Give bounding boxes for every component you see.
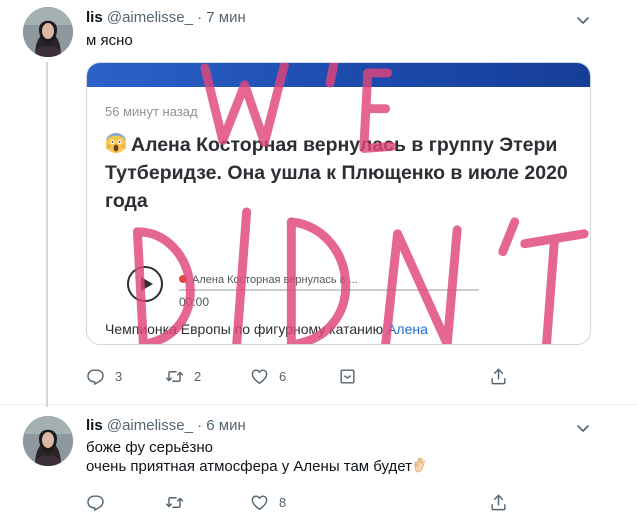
- tweet-header: lis @aimelisse_ · 6 мин: [86, 416, 246, 436]
- more-caret-icon[interactable]: [573, 10, 593, 30]
- reply-icon: [87, 494, 104, 511]
- tweet-actions: 3 2 6: [86, 366, 516, 386]
- display-name[interactable]: lis: [86, 9, 103, 26]
- audio-title: Алена Косторная вернулась в ...: [179, 274, 358, 286]
- share-icon: [491, 494, 506, 510]
- card-time-ago: 56 минут назад: [105, 104, 198, 119]
- card-title-text: Алена Косторная вернулась в группу Этери…: [105, 134, 568, 212]
- reply-button[interactable]: 3: [86, 366, 122, 386]
- share-button[interactable]: [489, 366, 508, 386]
- tweet-text-line: м ясно: [86, 32, 133, 49]
- retweet-button[interactable]: [165, 492, 194, 512]
- retweet-icon: [165, 370, 184, 382]
- tweet-time[interactable]: 7 мин: [206, 9, 246, 26]
- tweet-text-line-content: очень приятная атмосфера у Алены там буд…: [86, 458, 413, 475]
- tweet-header: lis @aimelisse_ · 7 мин: [86, 8, 246, 28]
- retweet-button[interactable]: 2: [165, 366, 201, 386]
- play-button[interactable]: [127, 266, 163, 302]
- audio-dot-icon: [179, 275, 187, 283]
- card-title[interactable]: Алена Косторная вернулась в группу Этери…: [105, 131, 575, 215]
- screaming-face-icon: [106, 133, 126, 153]
- like-button[interactable]: 6: [250, 366, 286, 386]
- card-content: 56 минут назад Алена Косторная вернулась…: [87, 63, 590, 344]
- more-caret-icon[interactable]: [573, 418, 593, 438]
- avatar-image: [23, 7, 73, 57]
- tweet-text: м ясно: [86, 31, 133, 50]
- reply-icon: [87, 368, 104, 385]
- tweet-text: боже фу серьёзно очень приятная атмосфер…: [86, 438, 426, 476]
- display-name[interactable]: lis: [86, 417, 103, 434]
- user-handle[interactable]: @aimelisse_: [107, 417, 193, 434]
- tweet[interactable]: lis @aimelisse_ · 7 мин м ясно 56 минут …: [0, 0, 637, 407]
- tweet-text-line: очень приятная атмосфера у Алены там буд…: [86, 457, 426, 476]
- reply-count: 3: [115, 368, 123, 384]
- tweet[interactable]: lis @aimelisse_ · 6 мин боже фу серьёзно…: [0, 406, 637, 519]
- share-icon: [491, 368, 506, 384]
- reply-button[interactable]: [86, 492, 115, 512]
- like-count: 8: [279, 494, 287, 510]
- avatar-image: [23, 416, 73, 466]
- like-icon: [251, 494, 268, 510]
- card-description-link[interactable]: Алена: [387, 321, 428, 337]
- quote-button[interactable]: [338, 366, 357, 386]
- audio-progress-bar[interactable]: [179, 289, 479, 291]
- user-handle[interactable]: @aimelisse_: [107, 9, 193, 26]
- like-button[interactable]: 8: [250, 492, 286, 512]
- retweet-count: 2: [194, 368, 202, 384]
- ok-hand-icon: [414, 457, 425, 473]
- tweet-time[interactable]: 6 мин: [206, 417, 246, 434]
- share-button[interactable]: [489, 492, 508, 512]
- tweet-actions: 8: [86, 492, 516, 512]
- like-count: 6: [279, 368, 287, 384]
- thread-line: [46, 62, 48, 407]
- separator-dot: ·: [197, 417, 203, 434]
- embedded-card[interactable]: 56 минут назад Алена Косторная вернулась…: [86, 62, 591, 345]
- card-description-text: Чемпионка Европы по фигурному катанию: [105, 321, 388, 337]
- like-icon: [251, 368, 268, 384]
- avatar[interactable]: [23, 416, 73, 466]
- bookmark-box-icon: [340, 368, 355, 384]
- card-description: Чемпионка Европы по фигурному катанию Ал…: [105, 321, 428, 337]
- avatar[interactable]: [23, 7, 73, 57]
- tweet-text-line: боже фу серьёзно: [86, 439, 213, 456]
- audio-time: 00:00: [179, 295, 210, 309]
- separator-dot: ·: [197, 9, 203, 26]
- retweet-icon: [165, 496, 184, 508]
- audio-title-text: Алена Косторная вернулась в ...: [192, 274, 358, 286]
